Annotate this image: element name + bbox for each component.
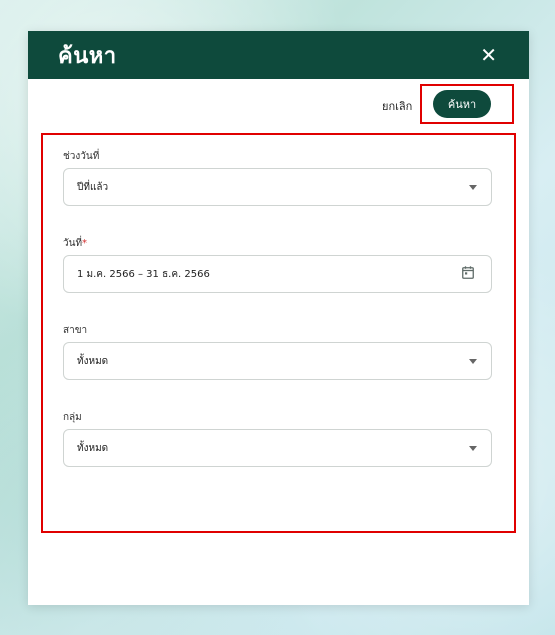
dialog-header: ค้นหา ✕ bbox=[28, 31, 529, 79]
chevron-down-icon bbox=[469, 446, 477, 451]
calendar-icon[interactable] bbox=[462, 266, 474, 279]
date-label: วันที่* bbox=[63, 236, 87, 251]
cancel-button[interactable]: ยกเลิก bbox=[382, 97, 412, 115]
date-range-input[interactable]: 1 ม.ค. 2566 – 31 ธ.ค. 2566 bbox=[63, 255, 492, 293]
group-select-value: ทั้งหมด bbox=[77, 443, 109, 454]
period-select[interactable]: ปีที่แล้ว bbox=[63, 168, 492, 206]
close-icon[interactable]: ✕ bbox=[480, 45, 497, 65]
period-label: ช่วงวันที่ bbox=[63, 151, 100, 162]
date-range-value: 1 ม.ค. 2566 – 31 ธ.ค. 2566 bbox=[77, 269, 210, 280]
search-form: ช่วงวันที่ ปีที่แล้ว วันที่* 1 ม.ค. 2566… bbox=[41, 133, 516, 533]
dialog-title: ค้นหา bbox=[58, 43, 117, 69]
required-mark: * bbox=[82, 238, 88, 249]
group-select[interactable]: ทั้งหมด bbox=[63, 429, 492, 467]
chevron-down-icon bbox=[469, 359, 477, 364]
search-dialog: ค้นหา ✕ ยกเลิก ค้นหา ช่วงวันที่ ปีที่แล้… bbox=[28, 31, 529, 605]
branch-select[interactable]: ทั้งหมด bbox=[63, 342, 492, 380]
group-label: กลุ่ม bbox=[63, 412, 82, 423]
search-button[interactable]: ค้นหา bbox=[433, 90, 491, 118]
chevron-down-icon bbox=[469, 185, 477, 190]
date-label-text: วันที่ bbox=[63, 238, 83, 249]
dialog-action-bar: ยกเลิก ค้นหา bbox=[28, 79, 529, 133]
period-select-value: ปีที่แล้ว bbox=[77, 182, 109, 193]
branch-label: สาขา bbox=[63, 325, 88, 336]
branch-select-value: ทั้งหมด bbox=[77, 356, 109, 367]
